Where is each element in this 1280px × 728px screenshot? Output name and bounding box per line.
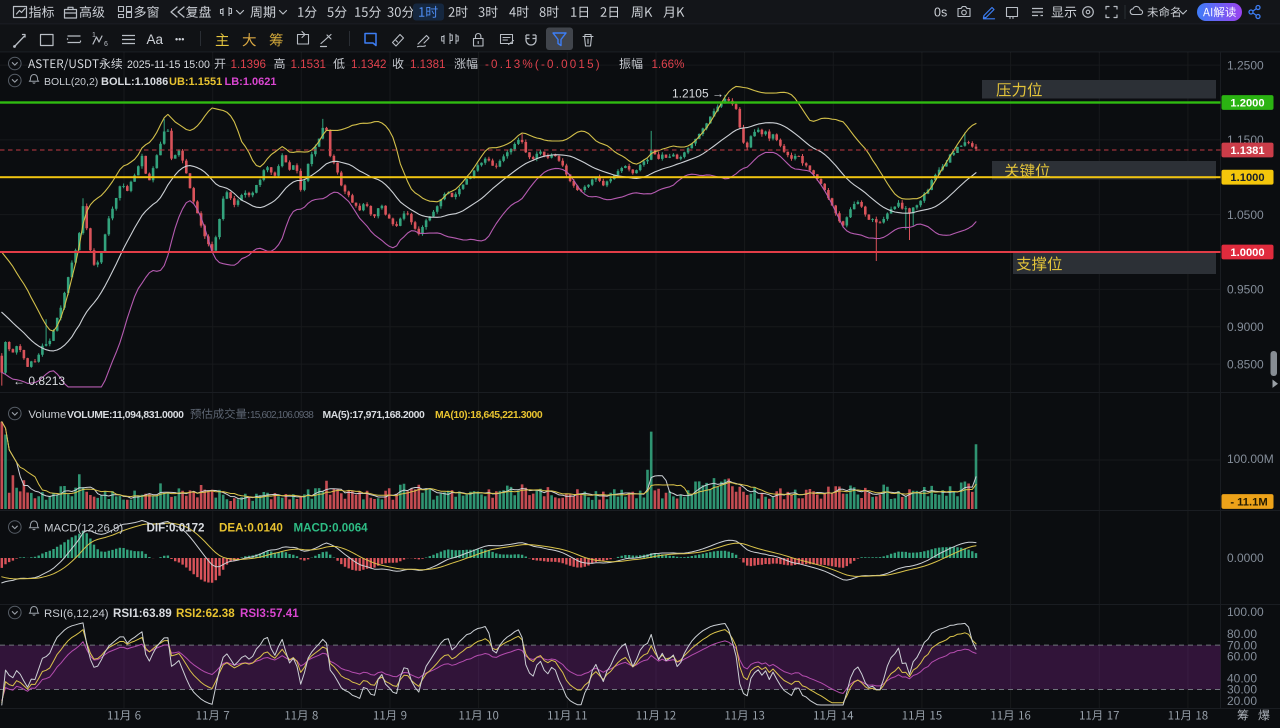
- svg-text:1.0000: 1.0000: [1230, 247, 1264, 259]
- svg-text:0.9000: 0.9000: [1227, 320, 1264, 334]
- svg-text:15,602,106.0938: 15,602,106.0938: [250, 410, 314, 421]
- svg-text:100.00M: 100.00M: [1227, 452, 1274, 466]
- svg-text:DIF:0.0172: DIF:0.0172: [147, 522, 205, 535]
- svg-text:1.66%: 1.66%: [652, 58, 685, 71]
- svg-text:2025-11-15 15:00: 2025-11-15 15:00: [127, 59, 210, 71]
- svg-text:60.00: 60.00: [1227, 649, 1257, 663]
- svg-text:1.2500: 1.2500: [1227, 58, 1264, 72]
- svg-text:RSI3:57.41: RSI3:57.41: [240, 607, 299, 620]
- svg-text:UB:1.1551: UB:1.1551: [169, 76, 222, 88]
- svg-text:MA(5):17,971,168.2000: MA(5):17,971,168.2000: [323, 410, 426, 421]
- svg-text:0.8500: 0.8500: [1227, 357, 1264, 371]
- svg-text:0s: 0s: [934, 6, 947, 20]
- svg-text:MACD:0.0064: MACD:0.0064: [294, 522, 369, 535]
- svg-text:1.2000: 1.2000: [1230, 98, 1264, 110]
- svg-text:1.1531: 1.1531: [291, 58, 326, 71]
- svg-text:MACD(12,26,9): MACD(12,26,9): [44, 523, 123, 535]
- svg-text:RSI2:62.38: RSI2:62.38: [176, 607, 235, 620]
- svg-text:20.00: 20.00: [1227, 694, 1257, 708]
- svg-text:1.1342: 1.1342: [351, 58, 386, 71]
- svg-text:1.1396: 1.1396: [231, 58, 266, 71]
- svg-text:RSI(6,12,24): RSI(6,12,24): [44, 608, 109, 620]
- svg-text:1.2105 →: 1.2105 →: [672, 87, 724, 101]
- svg-text:•••: •••: [175, 35, 184, 45]
- svg-text:1: 1: [92, 32, 96, 39]
- svg-text:1.1381: 1.1381: [1230, 145, 1264, 157]
- svg-text:RSI1:63.89: RSI1:63.89: [113, 607, 172, 620]
- svg-text:1.1000: 1.1000: [1230, 172, 1264, 184]
- svg-text:-0.13%(-0.0015): -0.13%(-0.0015): [485, 58, 602, 71]
- svg-text:0.9500: 0.9500: [1227, 283, 1264, 297]
- svg-text:Aa: Aa: [147, 32, 164, 47]
- svg-text:- 11.1M: - 11.1M: [1230, 497, 1267, 509]
- svg-text:← 0.8213: ← 0.8213: [13, 374, 65, 388]
- svg-text:6: 6: [104, 41, 108, 48]
- svg-text:Volume: Volume: [28, 409, 66, 421]
- svg-text:BOLL:1.1086: BOLL:1.1086: [101, 76, 168, 88]
- svg-text:0.0000: 0.0000: [1227, 551, 1264, 565]
- svg-text:1.0500: 1.0500: [1227, 208, 1264, 222]
- svg-text:BOLL(20,2): BOLL(20,2): [44, 76, 98, 88]
- svg-text:DEA:0.0140: DEA:0.0140: [219, 522, 283, 535]
- svg-text:100.00: 100.00: [1227, 605, 1264, 619]
- svg-text:LB:1.0621: LB:1.0621: [225, 76, 277, 88]
- svg-text:MA(10):18,645,221.3000: MA(10):18,645,221.3000: [435, 410, 543, 421]
- svg-text:1.1381: 1.1381: [410, 58, 445, 71]
- svg-text:VOLUME:11,094,831.0000: VOLUME:11,094,831.0000: [67, 410, 184, 421]
